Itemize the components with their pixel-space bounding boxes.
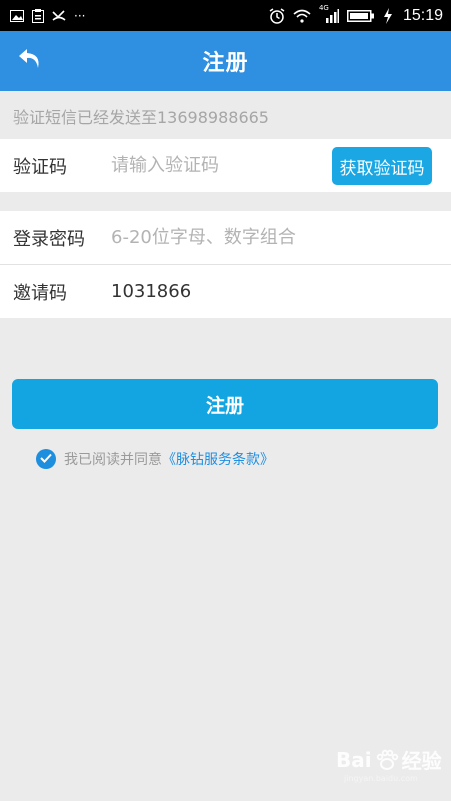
- alarm-icon: [269, 7, 285, 24]
- wifi-icon: [293, 8, 311, 24]
- password-row: 登录密码: [0, 211, 451, 264]
- status-left: ···: [10, 8, 85, 24]
- invite-code-row: 邀请码 1031866: [0, 265, 451, 318]
- verification-code-input[interactable]: [111, 155, 326, 176]
- agreement-text: 我已阅读并同意: [64, 452, 162, 468]
- back-button[interactable]: [8, 37, 52, 85]
- baidu-watermark: Bai 经验: [336, 745, 442, 774]
- page-title: 注册: [202, 51, 249, 76]
- clock: 15:19: [402, 6, 443, 24]
- terms-link[interactable]: 《脉钻服务条款》: [162, 449, 274, 469]
- cell-signal-icon: 4G: [319, 4, 339, 24]
- agreement-checkbox[interactable]: [36, 449, 56, 469]
- password-label: 登录密码: [13, 228, 85, 250]
- charging-icon: [383, 7, 393, 24]
- verification-code-row: 验证码 获取验证码: [0, 139, 451, 192]
- back-arrow-icon: [17, 46, 43, 76]
- network-type-label: 4G: [318, 3, 329, 12]
- password-input[interactable]: [111, 227, 326, 248]
- more-dots-icon: ···: [74, 8, 86, 23]
- verification-code-label: 验证码: [13, 156, 67, 178]
- watermark-brand-right: 经验: [401, 749, 442, 773]
- paw-icon: [374, 747, 400, 773]
- app-bar: 注册: [0, 31, 451, 91]
- status-right: 4G 15:19: [269, 4, 443, 25]
- image-icon: [10, 8, 24, 24]
- get-code-button[interactable]: 获取验证码: [332, 147, 432, 185]
- register-button[interactable]: 注册: [12, 379, 438, 429]
- watermark-url: jingyan.baidu.com: [344, 774, 418, 783]
- watermark-brand-left: Bai: [336, 747, 372, 772]
- agreement-row: 我已阅读并同意 《脉钻服务条款》: [36, 449, 274, 469]
- invite-code-label: 邀请码: [13, 282, 67, 304]
- missed-call-icon: [52, 8, 66, 24]
- invite-code-value[interactable]: 1031866: [111, 281, 191, 302]
- battery-icon: [346, 8, 375, 24]
- checkmark-icon: [40, 451, 52, 467]
- status-bar: ··· 4G 15:19: [0, 0, 451, 31]
- clipboard-icon: [32, 8, 44, 24]
- sms-sent-notice: 验证短信已经发送至13698988665: [13, 108, 269, 127]
